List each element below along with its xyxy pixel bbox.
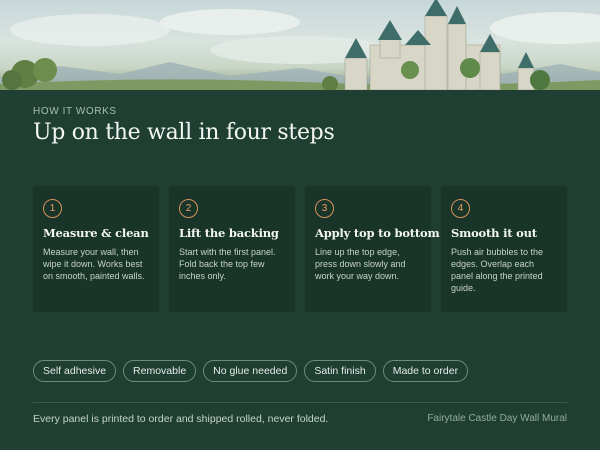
step-number-badge: 1 bbox=[43, 199, 62, 218]
footer-product-name: Fairytale Castle Day Wall Mural bbox=[427, 413, 567, 424]
feature-chip-no-glue: No glue needed bbox=[203, 360, 298, 382]
step-description: Start with the first panel. Fold back th… bbox=[179, 247, 276, 281]
section-title: Up on the wall in four steps bbox=[33, 120, 335, 145]
feature-chip-made-to-order: Made to order bbox=[382, 360, 469, 382]
feature-chip-satin-finish: Satin finish bbox=[304, 360, 376, 382]
hero-castle-image bbox=[0, 0, 600, 90]
step-description: Line up the top edge, press down slowly … bbox=[315, 247, 406, 281]
footer-divider bbox=[33, 402, 567, 403]
step-number-badge: 3 bbox=[315, 199, 334, 218]
castle-illustration bbox=[0, 0, 600, 90]
step-card-2: 2 Lift the backing Start with the first … bbox=[169, 186, 295, 312]
section-eyebrow: HOW IT WORKS bbox=[33, 106, 117, 117]
step-card-3: 3 Apply top to bottom Line up the top ed… bbox=[305, 186, 440, 312]
feature-chip-self-adhesive: Self adhesive bbox=[33, 360, 117, 382]
step-number-badge: 4 bbox=[451, 199, 470, 218]
feature-chip-removable: Removable bbox=[123, 360, 197, 382]
steps-list: 1 Measure & clean Measure your wall, the… bbox=[33, 186, 567, 312]
step-title: Measure & clean bbox=[43, 226, 149, 240]
step-description: Push air bubbles to the edges. Overlap e… bbox=[451, 247, 544, 293]
step-title: Smooth it out bbox=[451, 226, 537, 240]
feature-chips: Self adhesive Removable No glue needed S… bbox=[33, 360, 469, 382]
step-title: Apply top to bottom bbox=[315, 226, 440, 240]
step-title: Lift the backing bbox=[179, 226, 279, 240]
step-number-badge: 2 bbox=[179, 199, 198, 218]
step-card-4: 4 Smooth it out Push air bubbles to the … bbox=[441, 186, 567, 312]
step-description: Measure your wall, then wipe it down. Wo… bbox=[43, 247, 145, 281]
footer-note: Every panel is printed to order and ship… bbox=[33, 413, 329, 425]
step-card-1: 1 Measure & clean Measure your wall, the… bbox=[33, 186, 159, 312]
